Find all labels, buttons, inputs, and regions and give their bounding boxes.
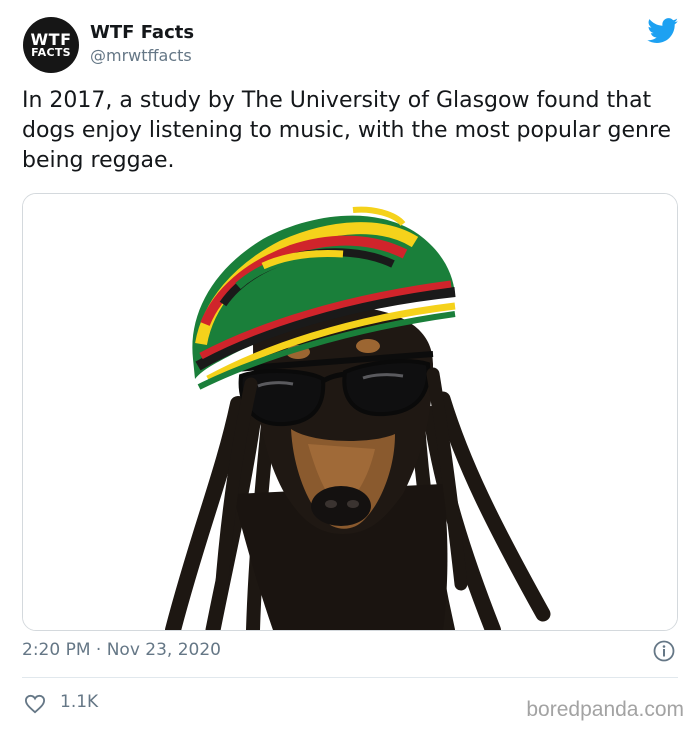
- avatar-text-wtf: WTF: [30, 29, 72, 49]
- avatar[interactable]: WTF FACTS: [23, 17, 79, 73]
- account-name[interactable]: WTF Facts: [90, 22, 194, 43]
- tweet-timestamp[interactable]: 2:20 PM · Nov 23, 2020: [22, 640, 221, 660]
- twitter-bird-icon[interactable]: [647, 18, 679, 44]
- dog-rasta-illustration: [23, 194, 677, 630]
- like-count[interactable]: 1.1K: [60, 692, 98, 712]
- tweet-text: In 2017, a study by The University of Gl…: [22, 88, 672, 173]
- divider: [22, 677, 678, 678]
- avatar-text-facts: FACTS: [31, 45, 71, 59]
- account-handle[interactable]: @mrwtffacts: [90, 46, 192, 65]
- watermark: boredpanda.com: [526, 698, 684, 721]
- info-icon[interactable]: [653, 640, 675, 662]
- heart-icon[interactable]: [24, 694, 46, 714]
- tweet-image[interactable]: [22, 193, 678, 631]
